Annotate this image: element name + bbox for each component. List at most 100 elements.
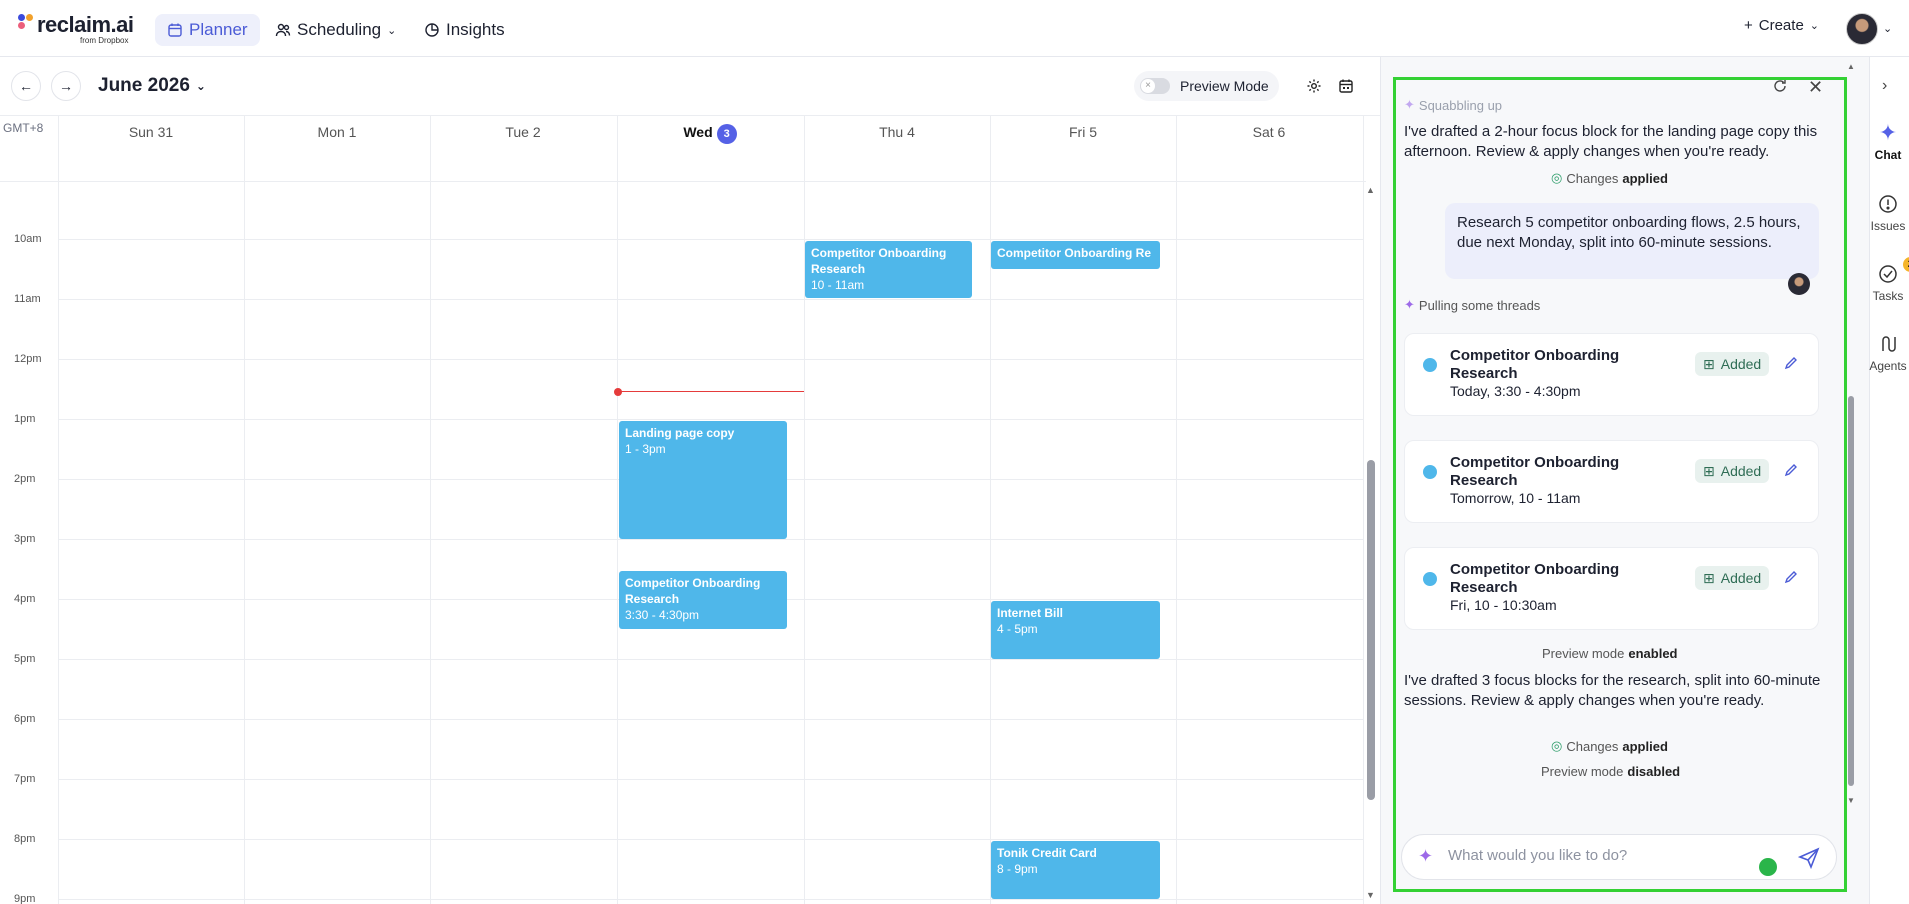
hour-line: [58, 299, 1364, 300]
time-label: 9pm: [14, 893, 36, 904]
edit-pencil-icon[interactable]: [1783, 355, 1801, 373]
nav-scheduling-label: Scheduling: [297, 20, 382, 39]
event-time: 10 - 11am: [811, 278, 865, 292]
refresh-icon[interactable]: [1772, 78, 1788, 94]
settings-gear-icon[interactable]: [1305, 77, 1323, 95]
scroll-down-icon[interactable]: ▼: [1847, 796, 1855, 805]
assistant-message: I've drafted 3 focus blocks for the rese…: [1404, 672, 1821, 709]
col-divider: [430, 115, 431, 904]
day-header-sun[interactable]: Sun 31: [58, 124, 244, 140]
sparkle-icon: ✦: [1404, 297, 1415, 312]
calendar-icon: [168, 23, 182, 37]
day-header-tue[interactable]: Tue 2: [430, 124, 616, 140]
time-label: 4pm: [14, 593, 36, 605]
scrollbar-thumb[interactable]: [1367, 460, 1375, 800]
rail-tasks[interactable]: 2 Tasks: [1866, 257, 1909, 303]
chevron-down-icon: ⌄: [1809, 20, 1820, 32]
preview-mode-label: Preview Mode: [1180, 78, 1269, 94]
hour-line: [58, 359, 1364, 360]
tasks-badge: 2: [1903, 257, 1909, 272]
toggle-switch[interactable]: [1140, 78, 1170, 94]
user-avatar[interactable]: [1846, 13, 1878, 45]
task-card-title: Competitor Onboarding Research: [1450, 561, 1620, 596]
timezone-label: GMT+8: [3, 121, 44, 135]
changes-state: applied: [1622, 738, 1668, 754]
event-color-dot: [1423, 465, 1437, 479]
event-color-dot: [1423, 358, 1437, 372]
top-bar: reclaim.ai from Dropbox Planner Scheduli…: [0, 0, 1909, 57]
nav-scheduling[interactable]: Scheduling ⌄: [263, 14, 408, 46]
day-header-thu[interactable]: Thu 4: [804, 124, 990, 140]
day-header-sat[interactable]: Sat 6: [1176, 124, 1362, 140]
calendar-view-icon[interactable]: [1337, 77, 1355, 95]
event-time: 8 - 9pm: [997, 862, 1038, 876]
edit-pencil-icon[interactable]: [1783, 462, 1801, 480]
check-circle-icon: ◎: [1551, 170, 1563, 185]
pie-chart-icon: [425, 23, 439, 37]
rail-issues-label: Issues: [1870, 219, 1906, 233]
preview-status: Preview mode disabled: [1541, 764, 1680, 779]
collapse-chevron-icon[interactable]: ›: [1882, 77, 1887, 95]
preview-mode-toggle[interactable]: Preview Mode: [1134, 71, 1279, 101]
chat-scrollbar[interactable]: ▲ ▼: [1847, 62, 1855, 808]
time-label: 11am: [14, 293, 41, 305]
user-avatar-small: [1788, 273, 1810, 295]
scrollbar-thumb[interactable]: [1848, 396, 1854, 786]
preview-state: disabled: [1627, 764, 1681, 779]
chevron-down-icon[interactable]: ⌄: [1883, 22, 1892, 35]
task-card[interactable]: Competitor Onboarding Research Tomorrow,…: [1404, 440, 1819, 523]
plus-icon: +: [1744, 17, 1753, 34]
scroll-up-icon[interactable]: ▲: [1847, 62, 1855, 71]
rail-agents[interactable]: Agents: [1866, 333, 1909, 373]
logo-mark-icon: [18, 14, 34, 30]
agents-icon: [1877, 333, 1899, 355]
calendar-event[interactable]: Internet Bill 4 - 5pm: [991, 601, 1160, 659]
calendar-scrollbar[interactable]: ▲ ▼: [1366, 185, 1376, 904]
day-header-wed[interactable]: Wed 3: [617, 124, 803, 144]
chevron-down-icon: ⌄: [387, 24, 397, 37]
scroll-down-icon[interactable]: ▼: [1366, 890, 1375, 900]
calendar-event[interactable]: Competitor Onboarding Research 3:30 - 4:…: [619, 571, 787, 629]
nav-insights[interactable]: Insights: [412, 14, 517, 46]
send-icon[interactable]: [1797, 847, 1820, 870]
calendar-event[interactable]: Competitor Onboarding Research 10 - 11am: [805, 241, 972, 298]
calendar-event[interactable]: Landing page copy 1 - 3pm: [619, 421, 787, 539]
event-title: Internet Bill: [997, 606, 1064, 620]
calendar-event[interactable]: Competitor Onboarding Re: [991, 241, 1160, 269]
month-selector[interactable]: June 2026 ⌄: [98, 75, 206, 97]
calendar-event[interactable]: Tonik Credit Card 8 - 9pm: [991, 841, 1160, 899]
preview-label: Preview mode: [1542, 646, 1625, 661]
rail-chat[interactable]: ✦ Chat: [1866, 120, 1909, 162]
added-badge-label: Added: [1720, 356, 1762, 372]
event-title: Landing page copy: [625, 426, 735, 440]
calendar-plus-icon: ⊞: [1703, 462, 1715, 479]
col-divider: [804, 115, 805, 904]
close-icon[interactable]: ✕: [1808, 77, 1823, 98]
task-card[interactable]: Competitor Onboarding Research Fri, 10 -…: [1404, 547, 1819, 630]
brand-name: reclaim.ai: [37, 12, 134, 37]
time-label: 1pm: [14, 413, 36, 425]
edit-pencil-icon[interactable]: [1783, 569, 1801, 587]
grammarly-icon[interactable]: [1759, 858, 1777, 876]
rail-tasks-label: Tasks: [1872, 289, 1904, 303]
event-time: 4 - 5pm: [997, 622, 1038, 636]
reclaim-logo[interactable]: reclaim.ai from Dropbox: [18, 12, 138, 46]
create-button[interactable]: + Create ⌄: [1744, 17, 1819, 34]
nav-planner[interactable]: Planner: [155, 14, 260, 46]
chat-input[interactable]: [1448, 847, 1748, 864]
prev-week-button[interactable]: ←: [11, 71, 41, 101]
hour-line: [58, 839, 1364, 840]
scroll-up-icon[interactable]: ▲: [1366, 185, 1375, 195]
added-badge: ⊞ Added: [1695, 352, 1770, 376]
task-card[interactable]: Competitor Onboarding Research Today, 3:…: [1404, 333, 1819, 416]
alert-circle-icon: [1877, 193, 1899, 215]
task-card-time: Tomorrow, 10 - 11am: [1450, 490, 1581, 506]
chat-input-box[interactable]: ✦: [1401, 834, 1837, 880]
task-card-time: Fri, 10 - 10:30am: [1450, 597, 1557, 613]
time-label: 7pm: [14, 773, 36, 785]
day-header-fri[interactable]: Fri 5: [990, 124, 1176, 140]
day-header-mon[interactable]: Mon 1: [244, 124, 430, 140]
rail-issues[interactable]: Issues: [1866, 193, 1909, 233]
sparkle-icon: ✦: [1404, 97, 1415, 112]
next-week-button[interactable]: →: [51, 71, 81, 101]
